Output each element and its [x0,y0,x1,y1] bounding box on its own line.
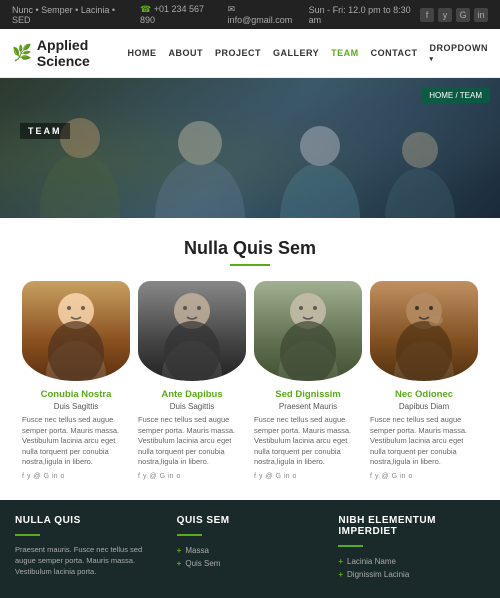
social-at[interactable]: @ [149,473,156,480]
phone: ☎ +01 234 567 890 [140,4,218,25]
footer-list-item[interactable]: Quis Sem [177,557,324,570]
person-svg-2 [138,281,246,381]
person-svg-3 [254,281,362,381]
footer-underline-1 [15,534,40,536]
top-bar: Nunc • Semper • Lacinia • SED ☎ +01 234 … [0,0,500,29]
social-y[interactable]: y [143,473,147,480]
social-g[interactable]: G [44,473,49,480]
person-svg-4 [370,281,478,381]
card-desc-4: Fusce nec tellus sed augue semper porta.… [370,415,478,468]
social-f[interactable]: f [22,473,24,480]
footer-list-item[interactable]: Lacinia Name [338,555,485,568]
nav-contact[interactable]: CONTACT [371,48,418,58]
social-google[interactable]: G [456,8,470,22]
footer-underline-2 [177,534,202,536]
social-at[interactable]: @ [33,473,40,480]
social-o[interactable]: o [60,473,64,480]
card-name-2: Ante Dapibus [138,389,246,400]
hero-label: TEAM [20,123,70,139]
hero-banner: TEAM HOME / TEAM [0,78,500,218]
social-g[interactable]: G [160,473,165,480]
card-social-3: f y @ G in o [254,473,362,480]
card-role-2: Duis Sagittis [138,402,246,411]
card-role-3: Praesent Mauris [254,402,362,411]
social-f[interactable]: f [138,473,140,480]
footer-col-title-1: NULLA QUIS [15,515,162,526]
team-card-img-2 [138,281,246,381]
card-role-4: Dapibus Diam [370,402,478,411]
card-desc-2: Fusce nec tellus sed augue semper porta.… [138,415,246,468]
social-twitter[interactable]: y [438,8,452,22]
hours: Sun - Fri: 12.0 pm to 8:30 am [309,5,420,25]
header: 🌿 Applied Science HOME ABOUT PROJECT GAL… [0,29,500,78]
card-social-1: f y @ G in o [22,473,130,480]
social-o[interactable]: o [408,473,412,480]
team-card-1: Conubia Nostra Duis Sagittis Fusce nec t… [22,281,130,480]
card-social-2: f y @ G in o [138,473,246,480]
team-card-4: Nec Odionec Dapibus Diam Fusce nec tellu… [370,281,478,480]
team-card-img-3 [254,281,362,381]
card-role-1: Duis Sagittis [22,402,130,411]
team-card-2: Ante Dapibus Duis Sagittis Fusce nec tel… [138,281,246,480]
nav-gallery[interactable]: GALLERY [273,48,319,58]
footer-col-title-3: NIBH ELEMENTUM IMPERDIET [338,515,485,537]
social-y[interactable]: y [375,473,379,480]
team-card-3: Sed Dignissim Praesent Mauris Fusce nec … [254,281,362,480]
card-social-4: f y @ G in o [370,473,478,480]
nav-project[interactable]: PROJECT [215,48,261,58]
section-underline [230,264,270,266]
top-bar-left: Nunc • Semper • Lacinia • SED ☎ +01 234 … [12,4,420,25]
social-o[interactable]: o [292,473,296,480]
nav-dropdown[interactable]: DROPDOWN [430,43,489,63]
social-o[interactable]: o [176,473,180,480]
team-card-img-1 [22,281,130,381]
footer-col-1: NULLA QUIS Praesent mauris. Fusce nec te… [15,515,162,584]
nav-team[interactable]: TEAM [331,48,359,58]
footer: NULLA QUIS Praesent mauris. Fusce nec te… [0,500,500,598]
social-at[interactable]: @ [381,473,388,480]
card-desc-1: Fusce nec tellus sed augue semper porta.… [22,415,130,468]
footer-list-item[interactable]: Dignissim Lacinia [338,568,485,581]
nav-home[interactable]: HOME [127,48,156,58]
footer-list-2: Massa Quis Sem [177,544,324,570]
email: ✉ info@gmail.com [228,4,299,25]
social-in[interactable]: in [400,473,405,480]
card-name-1: Conubia Nostra [22,389,130,400]
social-y[interactable]: y [27,473,31,480]
social-g[interactable]: G [392,473,397,480]
nav-text: Nunc • Semper • Lacinia • SED [12,5,130,25]
top-bar-social: f y G in [420,8,488,22]
footer-text-1: Praesent mauris. Fusce nec tellus sed au… [15,544,162,578]
nav-about[interactable]: ABOUT [168,48,203,58]
footer-list-item[interactable]: Massa [177,544,324,557]
social-linkedin[interactable]: in [474,8,488,22]
logo-icon: 🌿 [12,43,32,63]
team-section: Nulla Quis Sem Conubia Nostra Duis Sagit… [0,218,500,500]
social-g[interactable]: G [276,473,281,480]
footer-underline-3 [338,545,363,547]
person-svg-1 [22,281,130,381]
main-nav: HOME ABOUT PROJECT GALLERY TEAM CONTACT … [127,43,488,63]
team-cards: Conubia Nostra Duis Sagittis Fusce nec t… [15,281,485,480]
social-y[interactable]: y [259,473,263,480]
social-in[interactable]: in [284,473,289,480]
social-f[interactable]: f [254,473,256,480]
logo: 🌿 Applied Science [12,37,127,69]
footer-list-3: Lacinia Name Dignissim Lacinia [338,555,485,581]
social-in[interactable]: in [52,473,57,480]
social-facebook[interactable]: f [420,8,434,22]
social-at[interactable]: @ [265,473,272,480]
section-title: Nulla Quis Sem [15,238,485,259]
footer-col-title-2: QUIS SEM [177,515,324,526]
social-f[interactable]: f [370,473,372,480]
logo-text: Applied Science [37,37,128,69]
social-in[interactable]: in [168,473,173,480]
hero-breadcrumb: HOME / TEAM [421,88,490,103]
card-desc-3: Fusce nec tellus sed augue semper porta.… [254,415,362,468]
card-name-3: Sed Dignissim [254,389,362,400]
card-name-4: Nec Odionec [370,389,478,400]
footer-col-3: NIBH ELEMENTUM IMPERDIET Lacinia Name Di… [338,515,485,584]
team-card-img-4 [370,281,478,381]
footer-col-2: QUIS SEM Massa Quis Sem [177,515,324,584]
